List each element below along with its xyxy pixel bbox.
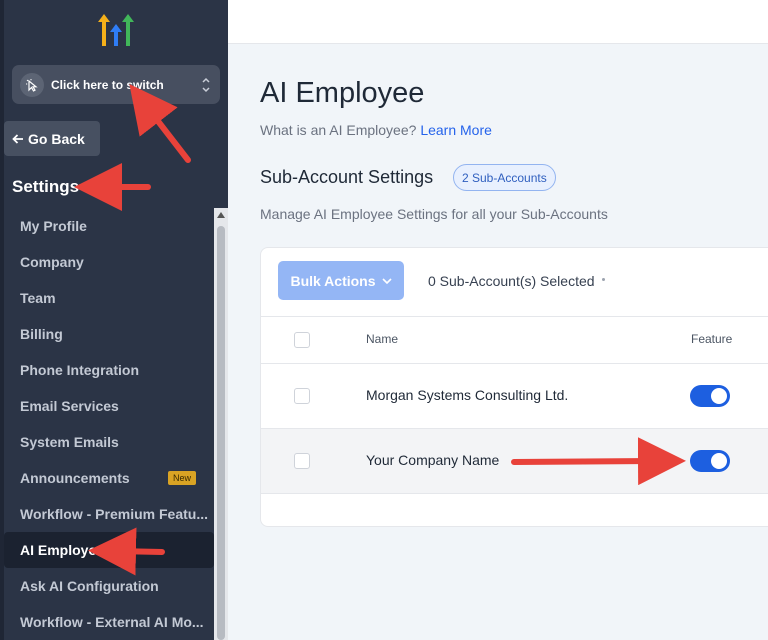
sidebar-item-label: Workflow - Premium Featu... [20,506,208,522]
sidebar-item-ask-ai-configuration[interactable]: Ask AI Configuration [4,568,214,604]
sidebar-item-label: My Profile [20,218,87,234]
app-logo [98,14,134,46]
feature-toggle[interactable] [690,450,730,472]
select-all-checkbox[interactable] [294,332,310,348]
sidebar-item-label: Workflow - External AI Mo... [20,614,204,630]
toggle-knob [711,388,727,404]
sidebar: Click here to switch Go Back Settings My… [0,0,228,640]
go-back-button[interactable]: Go Back [4,121,100,156]
sidebar-item-phone-integration[interactable]: Phone Integration [4,352,214,388]
scroll-up-icon[interactable] [217,212,225,218]
new-badge: New [168,471,197,485]
scrollbar-thumb[interactable] [217,226,225,640]
sub-account-count-badge: 2 Sub-Accounts [453,164,556,191]
sidebar-item-label: Ask AI Configuration [20,578,159,594]
sidebar-item-team[interactable]: Team [4,280,214,316]
page-title: AI Employee [260,77,425,109]
top-bar [228,0,768,44]
sidebar-scrollbar[interactable] [214,208,228,640]
chevron-down-icon [381,277,392,284]
arrow-left-icon [12,133,23,144]
feature-toggle[interactable] [690,385,730,407]
learn-more-link[interactable]: Learn More [420,122,492,138]
sidebar-item-label: Announcements [20,470,130,486]
settings-heading: Settings [12,177,80,196]
row-checkbox[interactable] [294,453,310,469]
sidebar-item-label: Company [20,254,84,270]
sidebar-item-billing[interactable]: Billing [4,316,214,352]
pointer-click-icon [20,72,44,97]
go-back-label: Go Back [28,130,85,147]
page-subtitle: What is an AI Employee? Learn More [260,122,492,138]
table-row: Morgan Systems Consulting Ltd. [261,364,768,429]
sidebar-item-company[interactable]: Company [4,244,214,280]
sidebar-item-label: Email Services [20,398,119,414]
table-header: Name Feature [261,316,768,364]
sidebar-item-label: Team [20,290,56,306]
sub-accounts-table-card: Bulk Actions 0 Sub-Account(s) Selected N… [260,247,768,527]
account-switcher[interactable]: Click here to switch [12,65,220,104]
sub-account-name: Your Company Name [366,452,500,468]
sidebar-item-workflow-external-ai[interactable]: Workflow - External AI Mo... [4,604,214,640]
bulk-actions-label: Bulk Actions [290,272,376,289]
column-header-feature: Feature [691,332,733,346]
bulk-actions-button[interactable]: Bulk Actions [278,261,404,300]
subtitle-text: What is an AI Employee? [260,122,417,138]
sidebar-item-announcements[interactable]: Announcements New [4,460,214,496]
section-title: Sub-Account Settings [260,167,434,187]
sidebar-item-ai-employee[interactable]: AI Employee [4,532,214,568]
sidebar-item-label: Billing [20,326,63,342]
table-row: Your Company Name [261,429,768,494]
sidebar-item-workflow-premium[interactable]: Workflow - Premium Featu... [4,496,214,532]
sub-account-name: Morgan Systems Consulting Ltd. [366,387,569,403]
selected-count-text: 0 Sub-Account(s) Selected [428,273,595,289]
toggle-knob [711,453,727,469]
sidebar-item-system-emails[interactable]: System Emails [4,424,214,460]
chevron-updown-icon [202,77,210,93]
separator-dot [602,278,605,281]
section-description: Manage AI Employee Settings for all your… [260,206,608,222]
column-header-name: Name [366,332,399,346]
sidebar-item-my-profile[interactable]: My Profile [4,208,214,244]
row-checkbox[interactable] [294,388,310,404]
sidebar-item-email-services[interactable]: Email Services [4,388,214,424]
sidebar-item-label: AI Employee [20,542,105,558]
switcher-label: Click here to switch [51,77,164,92]
settings-menu: My Profile Company Team Billing Phone In… [4,208,214,640]
sidebar-item-label: System Emails [20,434,119,450]
sidebar-item-label: Phone Integration [20,362,139,378]
